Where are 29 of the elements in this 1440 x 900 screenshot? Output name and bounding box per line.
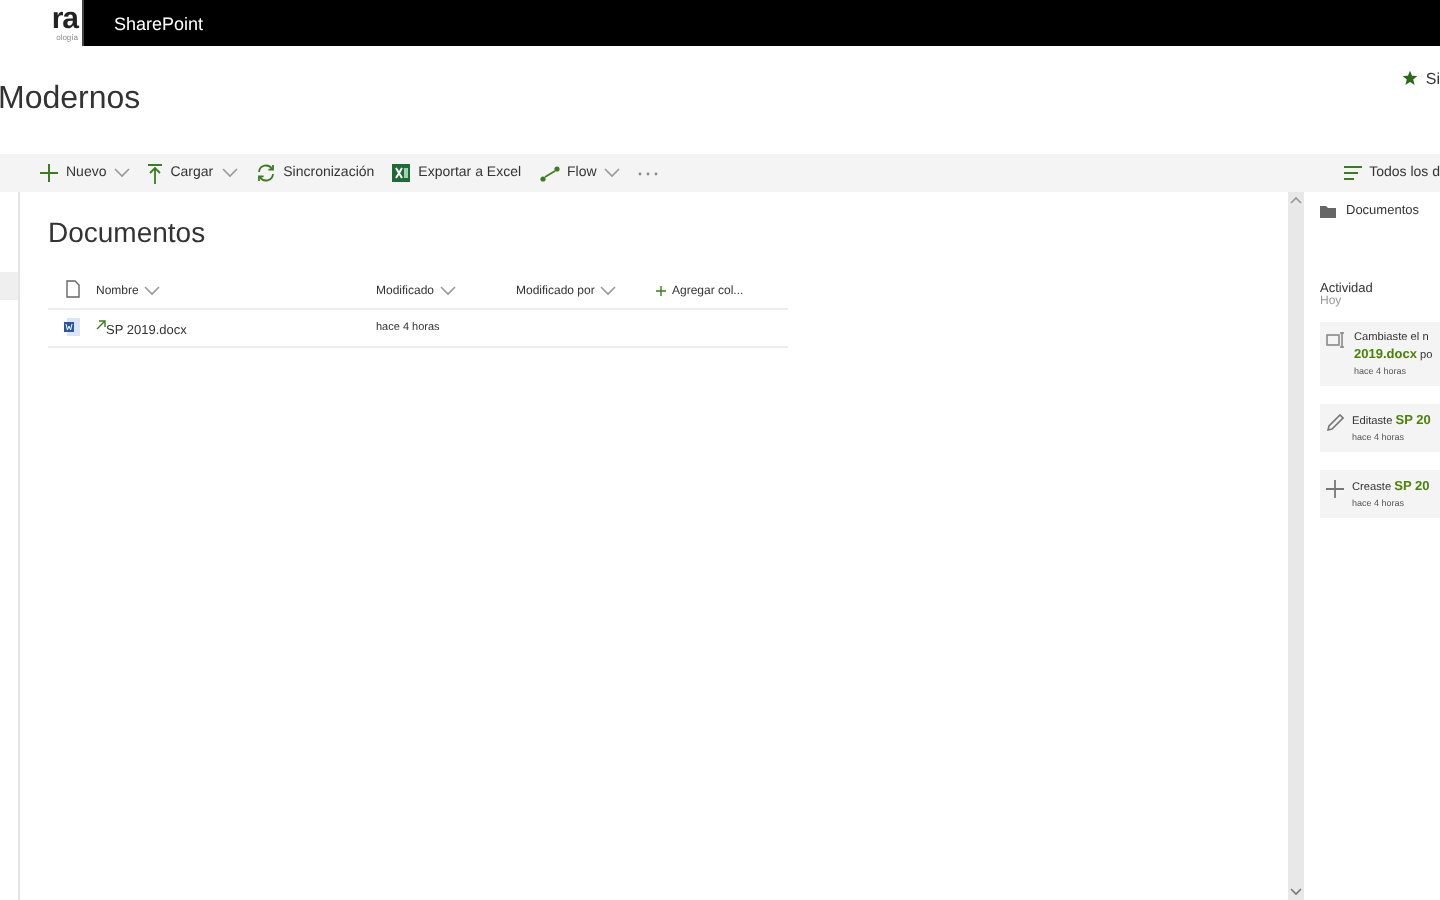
folder-icon — [1320, 205, 1336, 217]
star-icon — [1401, 70, 1418, 86]
upload-arrow-icon — [148, 163, 163, 183]
sync-icon — [255, 164, 276, 182]
file-icon — [65, 280, 79, 298]
scroll-down-icon[interactable] — [1290, 888, 1302, 896]
word-document-icon — [64, 317, 80, 335]
new-item-icon — [96, 319, 106, 329]
follow-button[interactable]: Si — [1401, 69, 1440, 87]
plus-icon — [656, 286, 666, 296]
pencil-icon — [1326, 414, 1344, 432]
chevron-down-icon — [600, 286, 617, 296]
chevron-down-icon — [604, 168, 621, 178]
plus-icon — [1326, 480, 1344, 498]
lines-icon — [1343, 166, 1362, 180]
app-name[interactable]: SharePoint — [84, 13, 204, 33]
chevron-down-icon — [221, 168, 238, 178]
spreadsheet-icon — [392, 164, 411, 182]
rename-icon — [1326, 332, 1346, 348]
flow-icon — [539, 165, 560, 181]
scrollbar[interactable] — [1288, 192, 1304, 900]
chevron-down-icon — [114, 168, 131, 178]
site-title: Modernos — [0, 81, 141, 117]
chevron-down-icon — [144, 286, 161, 296]
library-title: Documentos — [48, 216, 208, 248]
chevron-down-icon — [440, 286, 457, 296]
plus-icon — [40, 164, 58, 182]
more-button[interactable] — [638, 167, 659, 179]
scroll-up-icon[interactable] — [1290, 196, 1302, 204]
